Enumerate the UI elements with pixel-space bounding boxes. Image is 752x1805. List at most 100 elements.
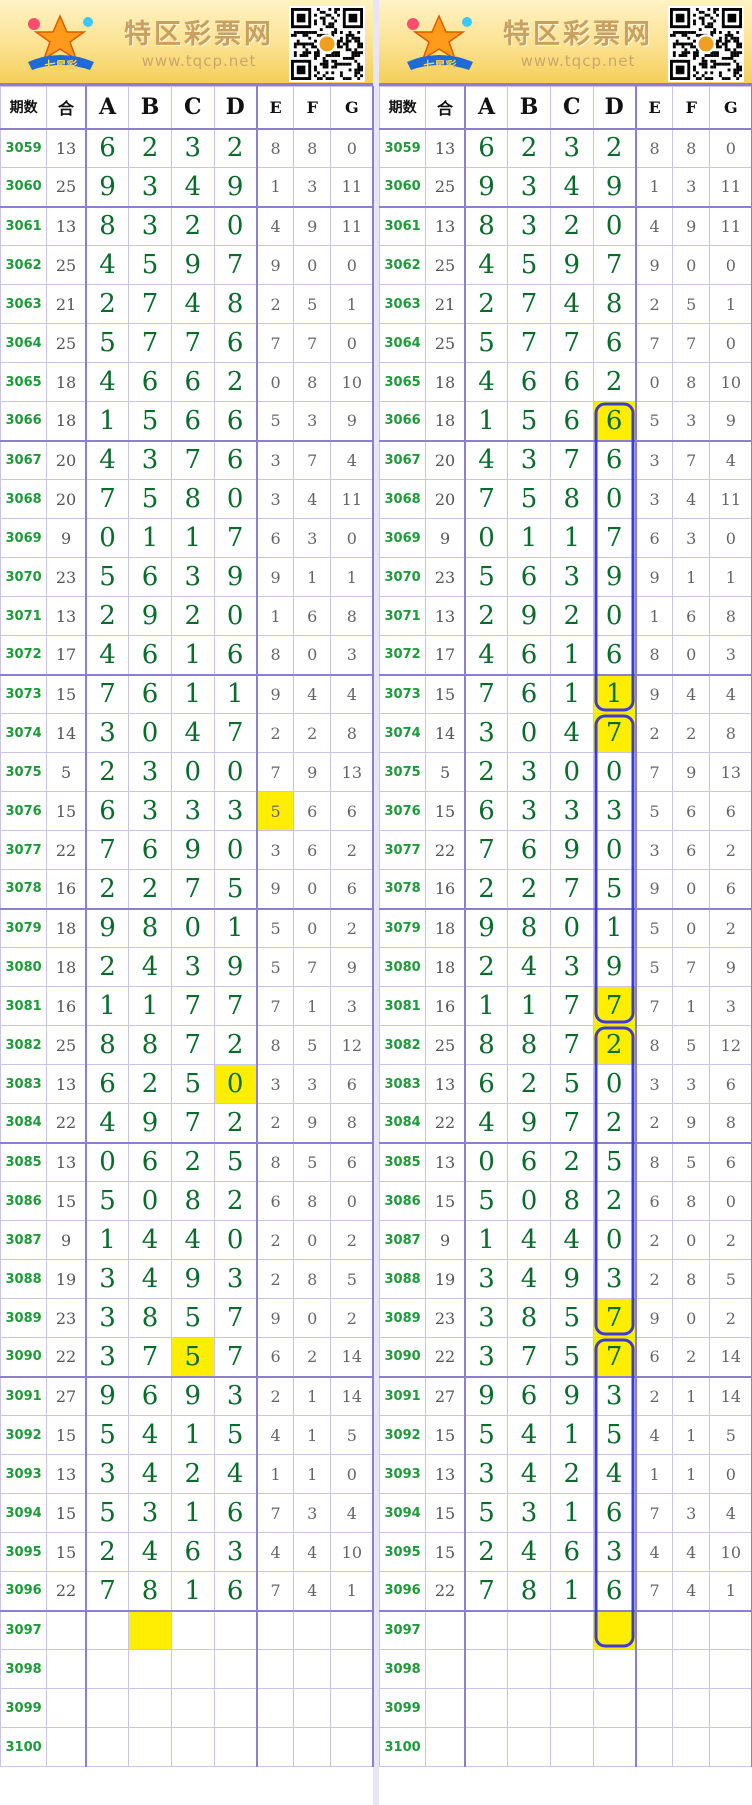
digit-cell-a: 7 — [463, 830, 509, 870]
table-row: 3098 — [0, 1649, 375, 1689]
digit-cell-a: 2 — [463, 869, 509, 910]
sum-cell: 9 — [425, 1220, 466, 1260]
period-cell: 3088 — [378, 1259, 427, 1299]
digit-cell-d: 1 — [592, 674, 637, 714]
period-cell: 3081 — [0, 986, 48, 1026]
table-row: 3090 22 3 7 5 7 6 2 14 — [378, 1337, 752, 1378]
digit-cell-a: 4 — [463, 440, 509, 480]
digit-cell-a: 3 — [463, 1454, 509, 1494]
digit-cell-e — [255, 1688, 295, 1728]
table-row: 3084 22 4 9 7 2 2 9 8 — [378, 1103, 752, 1144]
table-row: 3100 — [378, 1727, 752, 1767]
digit-cell-a — [84, 1727, 130, 1767]
period-cell: 3068 — [0, 479, 48, 519]
digit-cell-f: 0 — [293, 1298, 332, 1338]
digit-cell-c: 7 — [170, 323, 215, 363]
digit-cell-c: 3 — [549, 947, 594, 987]
digit-cell-e: 2 — [255, 1220, 295, 1260]
digit-cell-d: 7 — [213, 713, 258, 753]
digit-cell-b: 0 — [507, 713, 551, 753]
digit-cell-a — [463, 1610, 509, 1650]
column-header-period: 期数 — [378, 86, 427, 130]
period-cell: 3059 — [378, 128, 427, 168]
digit-cell-e: 7 — [634, 323, 674, 363]
period-cell: 3097 — [378, 1610, 427, 1650]
digit-cell-d: 4 — [213, 1454, 258, 1494]
digit-cell-d: 7 — [592, 1298, 637, 1338]
digit-cell-d: 0 — [213, 752, 258, 792]
digit-cell-e — [255, 1610, 295, 1650]
table-row: 3074 14 3 0 4 7 2 2 8 — [0, 713, 375, 753]
period-cell: 3087 — [378, 1220, 427, 1260]
digit-cell-a: 0 — [84, 1142, 130, 1182]
digit-cell-c: 2 — [170, 1142, 215, 1182]
digit-cell-a: 7 — [463, 674, 509, 714]
table-row: 3064 25 5 7 7 6 7 7 0 — [378, 323, 752, 363]
digit-cell-c: 2 — [549, 206, 594, 246]
digit-cell-f: 3 — [672, 1493, 711, 1533]
digit-cell-a: 1 — [463, 401, 509, 442]
table-row: 3065 18 4 6 6 2 0 8 10 — [0, 362, 375, 402]
site-url[interactable]: www.tqcp.net — [104, 52, 294, 70]
digit-cell-e: 1 — [255, 167, 295, 208]
digit-cell-b: 5 — [128, 401, 172, 442]
digit-cell-d: 1 — [213, 908, 258, 948]
digit-cell-d: 0 — [213, 1064, 258, 1104]
qr-code-icon — [668, 6, 744, 82]
digit-cell-f: 0 — [672, 1298, 711, 1338]
digit-cell-d: 2 — [592, 1181, 637, 1221]
digit-cell-c: 4 — [549, 1220, 594, 1260]
digit-cell-g: 6 — [330, 791, 375, 831]
digit-cell-b: 1 — [128, 518, 172, 558]
digit-cell-b: 8 — [128, 1025, 172, 1065]
digit-cell-g: 3 — [709, 986, 752, 1026]
digit-cell-g: 4 — [330, 674, 375, 714]
digit-cell-e: 7 — [255, 986, 295, 1026]
digit-cell-f: 5 — [293, 284, 332, 324]
table-row: 3079 18 9 8 0 1 5 0 2 — [0, 908, 375, 948]
digit-cell-e: 2 — [634, 713, 674, 753]
sum-cell: 20 — [425, 479, 466, 519]
digit-cell-f: 1 — [293, 557, 332, 597]
column-header-sum: 合 — [46, 86, 87, 130]
digit-cell-d — [213, 1649, 258, 1689]
digit-cell-a — [463, 1727, 509, 1767]
digit-cell-b: 4 — [507, 947, 551, 987]
digit-cell-c: 2 — [170, 596, 215, 636]
digit-cell-f: 8 — [293, 128, 332, 168]
digit-cell-c: 2 — [549, 596, 594, 636]
logo-text: 七星彩 — [45, 58, 78, 72]
period-cell: 3091 — [0, 1376, 48, 1416]
digit-cell-e: 2 — [255, 713, 295, 753]
table-row: 3071 13 2 9 2 0 1 6 8 — [0, 596, 375, 636]
right-trend-table: 期数合 A B C D E F G 3059 13 6 2 3 2 8 8 0 3060 25 9 3 4 9 1 3 11 306… — [378, 86, 752, 1767]
digit-cell-c: 1 — [549, 674, 594, 714]
digit-cell-b: 2 — [507, 869, 551, 910]
sum-cell: 18 — [46, 947, 87, 987]
digit-cell-d — [213, 1610, 258, 1650]
table-row: 3085 13 0 6 2 5 8 5 6 — [0, 1142, 375, 1182]
digit-cell-g: 10 — [709, 1532, 752, 1572]
period-cell: 3095 — [378, 1532, 427, 1572]
digit-cell-f: 4 — [293, 1532, 332, 1572]
digit-cell-g: 14 — [330, 1337, 375, 1378]
digit-cell-d: 2 — [213, 1103, 258, 1144]
digit-cell-f: 2 — [672, 1337, 711, 1378]
digit-cell-c: 9 — [549, 1376, 594, 1416]
digit-cell-c: 8 — [549, 1181, 594, 1221]
table-row: 3059 13 6 2 3 2 8 8 0 — [378, 128, 752, 168]
table-row: 3090 22 3 7 5 7 6 2 14 — [0, 1337, 375, 1378]
period-cell: 3074 — [378, 713, 427, 753]
sum-cell: 17 — [46, 635, 87, 676]
period-cell: 3072 — [378, 635, 427, 676]
sum-cell: 25 — [46, 167, 87, 208]
digit-cell-f: 3 — [672, 401, 711, 442]
digit-cell-c: 7 — [549, 1103, 594, 1144]
site-url[interactable]: www.tqcp.net — [483, 52, 673, 70]
digit-cell-c: 7 — [170, 869, 215, 910]
digit-cell-c: 9 — [549, 830, 594, 870]
digit-cell-e: 1 — [634, 1454, 674, 1494]
period-cell: 3089 — [0, 1298, 48, 1338]
digit-cell-d: 7 — [213, 518, 258, 558]
digit-cell-e: 5 — [255, 947, 295, 987]
